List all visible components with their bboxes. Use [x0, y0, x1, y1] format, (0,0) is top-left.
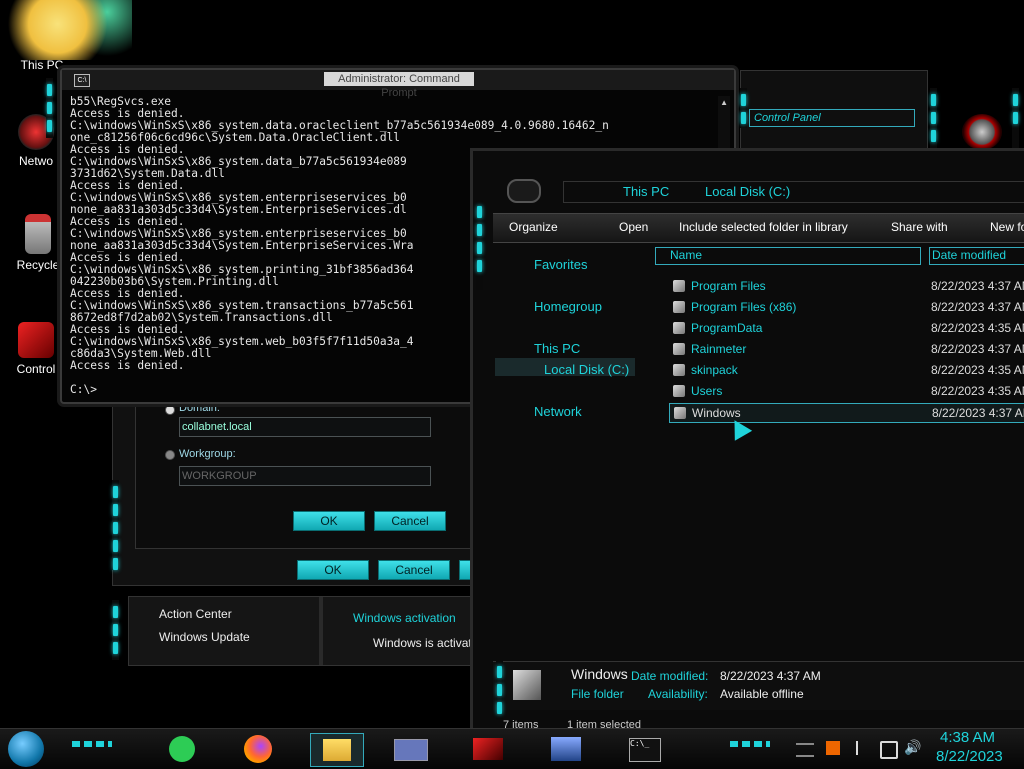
decor-lights: [72, 741, 112, 747]
details-folder-icon: [513, 670, 541, 700]
desktop-icon-network[interactable]: Netwo: [6, 114, 66, 168]
desktop-icon-control-panel[interactable]: Control: [6, 322, 66, 376]
action-center-flag-icon[interactable]: [856, 741, 870, 755]
decor-rail: [476, 200, 483, 290]
control-panel-window[interactable]: Control Panel: [740, 70, 928, 152]
section-divider: [319, 597, 323, 665]
show-hidden-icons-icon[interactable]: [796, 743, 814, 757]
command-bar: Organize Open Include selected folder in…: [493, 213, 1024, 243]
column-header-date[interactable]: Date modified: [929, 247, 1024, 265]
file-row[interactable]: Program Files 8/22/2023 4:37 AM: [669, 277, 1024, 295]
start-button[interactable]: [8, 731, 44, 767]
folder-icon: [673, 301, 685, 313]
folder-icon: [673, 385, 685, 397]
decor-rail: [46, 78, 53, 138]
file-row[interactable]: skinpack 8/22/2023 4:35 AM: [669, 361, 1024, 379]
outer-cancel-button[interactable]: Cancel: [378, 560, 450, 580]
folder-icon: [673, 343, 685, 355]
desktop-icon-label: Recycle: [16, 258, 60, 272]
nav-homegroup[interactable]: Homegroup: [534, 299, 602, 314]
desktop-icon-label: Netwo: [18, 154, 53, 168]
action-center-link[interactable]: Action Center: [159, 607, 232, 621]
file-row-selected[interactable]: Windows 8/22/2023 4:37 AM: [669, 403, 1024, 423]
scroll-up-icon[interactable]: ▲: [720, 98, 728, 107]
control-panel-icon: [18, 322, 54, 358]
file-row[interactable]: Program Files (x86) 8/22/2023 4:37 AM: [669, 298, 1024, 316]
recycle-bin-icon: [25, 214, 51, 254]
workgroup-radio[interactable]: [165, 450, 175, 460]
include-library-button[interactable]: Include selected folder in library: [679, 220, 848, 234]
cancel-button[interactable]: Cancel: [374, 511, 446, 531]
file-row[interactable]: ProgramData 8/22/2023 4:35 AM: [669, 319, 1024, 337]
desktop-icon-label: Control: [16, 362, 56, 376]
decor-rail: [740, 88, 747, 128]
file-row[interactable]: Users 8/22/2023 4:35 AM: [669, 382, 1024, 400]
details-availability-label: Availability:: [648, 687, 708, 701]
volume-icon[interactable]: 🔊: [904, 739, 921, 756]
decor-rail: [1012, 88, 1019, 148]
domain-input[interactable]: collabnet.local: [179, 417, 431, 437]
activation-status: Windows is activate: [373, 636, 479, 650]
windows-update-link[interactable]: Windows Update: [159, 630, 250, 644]
nav-network[interactable]: Network: [534, 404, 582, 419]
open-button[interactable]: Open: [619, 220, 648, 234]
share-with-button[interactable]: Share with: [891, 220, 948, 234]
nav-favorites[interactable]: Favorites: [534, 257, 587, 272]
taskbar: C:\_ 🔊 4:38 AM 8/22/2023: [0, 728, 1024, 769]
address-bar[interactable]: This PC Local Disk (C:): [493, 171, 1024, 215]
details-date-value: 8/22/2023 4:37 AM: [720, 669, 821, 683]
clock-time[interactable]: 4:38 AM: [940, 729, 995, 746]
decor-rail: [112, 480, 119, 570]
file-row[interactable]: Rainmeter 8/22/2023 4:37 AM: [669, 340, 1024, 358]
new-folder-button[interactable]: New fo: [990, 220, 1024, 234]
folder-icon: [674, 407, 686, 419]
activation-title: Windows activation: [353, 611, 456, 625]
taskbar-firefox-icon[interactable]: [234, 733, 282, 765]
control-panel-lower-section: Action Center Windows Update Windows act…: [128, 596, 479, 666]
decor-rail: [112, 600, 119, 660]
nav-local-disk[interactable]: Local Disk (C:): [544, 362, 629, 377]
clock-date[interactable]: 8/22/2023: [936, 748, 1003, 765]
details-date-label: Date modified:: [631, 669, 709, 683]
file-explorer-window[interactable]: This PC Local Disk (C:) Organize Open In…: [470, 148, 1024, 735]
control-panel-title: Control Panel: [749, 109, 915, 127]
desktop-icon-recycle-bin[interactable]: Recycle: [8, 214, 68, 272]
folder-icon: [673, 322, 685, 334]
tray-app-icon[interactable]: [826, 741, 840, 755]
system-properties-dialog[interactable]: Domain: collabnet.local Workgroup: WORKG…: [112, 396, 477, 586]
desktop-avatar-image: [8, 0, 132, 60]
details-name: Windows: [571, 666, 628, 682]
folder-icon: [673, 280, 685, 292]
organize-button[interactable]: Organize: [509, 220, 558, 234]
taskbar-gaming-app-icon[interactable]: [464, 733, 512, 765]
back-forward-icon[interactable]: [507, 179, 541, 203]
taskbar-file-explorer-icon[interactable]: [310, 733, 364, 767]
network-tray-icon[interactable]: [880, 741, 898, 759]
decor-lights: [730, 741, 770, 747]
workgroup-input[interactable]: WORKGROUP: [179, 466, 431, 486]
taskbar-command-prompt-icon[interactable]: C:\_: [620, 733, 668, 765]
column-header-name[interactable]: Name: [655, 247, 921, 265]
alienware-logo: [962, 114, 1002, 150]
details-pane: Windows Date modified: 8/22/2023 4:37 AM…: [493, 661, 1024, 710]
details-availability-value: Available offline: [720, 687, 804, 701]
outer-ok-button[interactable]: OK: [297, 560, 369, 580]
taskbar-notes-app-icon[interactable]: [158, 733, 206, 765]
cmd-icon: C:\: [74, 74, 90, 87]
taskbar-control-panel-icon[interactable]: [386, 733, 434, 765]
decor-rail: [496, 660, 503, 720]
folder-icon: [673, 364, 685, 376]
breadcrumb-this-pc[interactable]: This PC: [623, 184, 669, 199]
cmd-title-bar[interactable]: C:\ Administrator: Command Prompt: [62, 70, 734, 99]
domain-radio[interactable]: [165, 405, 175, 415]
taskbar-system-icon[interactable]: [542, 733, 590, 765]
ok-button[interactable]: OK: [293, 511, 365, 531]
workgroup-label: Workgroup:: [179, 448, 236, 460]
decor-rail: [930, 88, 937, 148]
details-type: File folder: [571, 687, 624, 701]
breadcrumb-local-disk[interactable]: Local Disk (C:): [705, 184, 790, 199]
nav-this-pc[interactable]: This PC: [534, 341, 580, 356]
cmd-title: Administrator: Command Prompt: [324, 72, 474, 99]
